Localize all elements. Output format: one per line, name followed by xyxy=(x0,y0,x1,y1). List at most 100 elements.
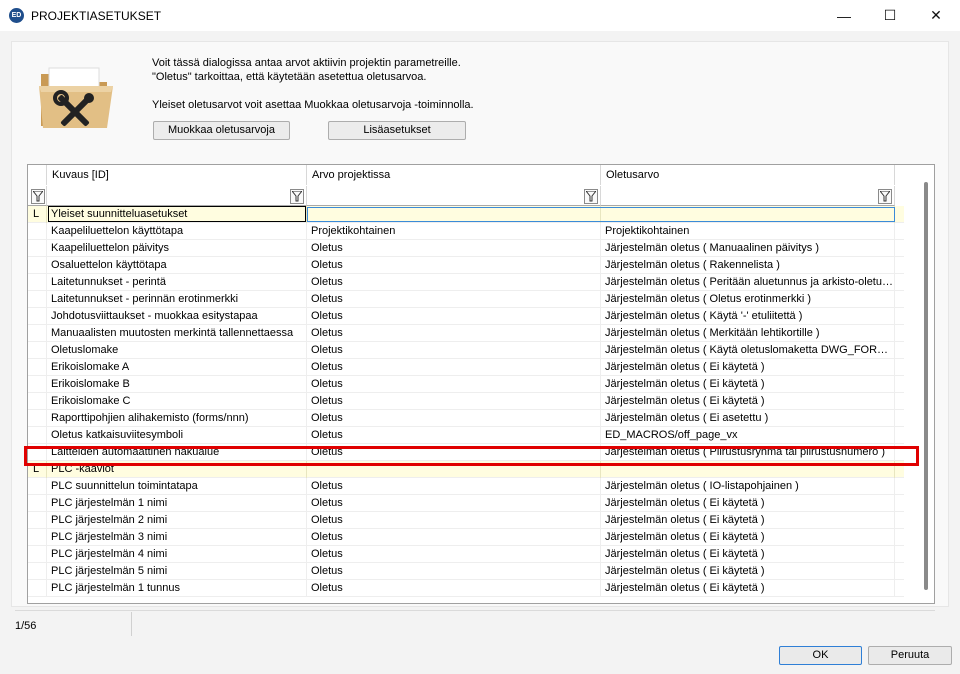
cell-c2[interactable]: Oletus xyxy=(307,410,601,427)
cell-c2[interactable]: Oletus xyxy=(307,257,601,274)
table-row[interactable]: Johdotusviittaukset - muokkaa esitystapa… xyxy=(28,308,904,325)
filter-cell-default-value[interactable] xyxy=(601,186,895,206)
close-icon[interactable]: ✕ xyxy=(913,0,959,31)
filter-cell-project-value[interactable] xyxy=(307,186,601,206)
table-row[interactable]: Osaluettelon käyttötapa Oletus Järjestelmä… xyxy=(28,257,904,274)
cell-c3[interactable]: Järjestelmän oletus ( Käytä '-' etuliite… xyxy=(601,308,895,325)
filter-icon[interactable] xyxy=(878,189,892,204)
cell-c3[interactable]: Järjestelmän oletus ( Ei asetettu ) xyxy=(601,410,895,427)
table-row[interactable]: Oletuslomake Oletus Järjestelmän oletus ( … xyxy=(28,342,904,359)
cell-c2[interactable]: Projektikohtainen xyxy=(307,223,601,240)
cell-c2[interactable]: Oletus xyxy=(307,308,601,325)
cell-c2[interactable]: Oletus xyxy=(307,274,601,291)
vertical-scrollbar[interactable] xyxy=(924,182,928,590)
cell-c2[interactable]: Oletus xyxy=(307,478,601,495)
cell-c1[interactable]: Raporttipohjien alihakemisto (forms/nnn) xyxy=(47,410,307,427)
table-row[interactable]: Erikoislomake A Oletus Järjestelmän oletus… xyxy=(28,359,904,376)
cell-c1[interactable]: Laitetunnukset - perintä xyxy=(47,274,307,291)
cell-c1[interactable]: PLC järjestelmän 4 nimi xyxy=(47,546,307,563)
settings-grid[interactable]: Kuvaus [ID] Arvo projektissa Oletusarvo … xyxy=(27,164,935,604)
table-row[interactable]: Kaapeliluettelon käyttötapa Projektikohta… xyxy=(28,223,904,240)
cell-c1[interactable]: PLC järjestelmän 3 nimi xyxy=(47,529,307,546)
column-header-project-value[interactable]: Arvo projektissa xyxy=(307,165,601,185)
cell-c3[interactable]: Järjestelmän oletus ( Peritään aluetunnu… xyxy=(601,274,895,291)
filter-icon[interactable] xyxy=(290,189,304,204)
cell-c3[interactable]: Projektikohtainen xyxy=(601,223,895,240)
cell-c2[interactable]: Oletus xyxy=(307,240,601,257)
filter-icon[interactable] xyxy=(584,189,598,204)
cell-c2[interactable]: Oletus xyxy=(307,546,601,563)
cell-c3[interactable]: Järjestelmän oletus ( Käytä oletuslomake… xyxy=(601,342,895,359)
table-row[interactable]: PLC järjestelmän 2 nimi Oletus Järjestelmä… xyxy=(28,512,904,529)
cell-c2[interactable]: Oletus xyxy=(307,427,601,444)
maximize-icon[interactable]: ☐ xyxy=(867,0,913,31)
cell-c1[interactable]: Laitetunnukset - perinnän erotinmerkki xyxy=(47,291,307,308)
cell-c2[interactable]: Oletus xyxy=(307,393,601,410)
table-row[interactable]: Oletus katkaisuviitesymboli Oletus ED_MACR… xyxy=(28,427,904,444)
table-row[interactable]: PLC järjestelmän 1 tunnus Oletus Järjestel… xyxy=(28,580,904,597)
cell-c1[interactable]: PLC suunnittelun toimintatapa xyxy=(47,478,307,495)
table-row[interactable]: Laitetunnukset - perinnän erotinmerkki Ol… xyxy=(28,291,904,308)
cell-c2[interactable]: Oletus xyxy=(307,359,601,376)
row-marker: L xyxy=(28,206,47,223)
cell-c1[interactable]: Erikoislomake C xyxy=(47,393,307,410)
cell-c1[interactable]: Kaapeliluettelon päivitys xyxy=(47,240,307,257)
cell-c3[interactable]: Järjestelmän oletus ( Ei käytetä ) xyxy=(601,359,895,376)
cell-c2[interactable]: Oletus xyxy=(307,512,601,529)
table-row[interactable]: Manuaalisten muutosten merkintä tallenne… xyxy=(28,325,904,342)
cell-c3[interactable]: Järjestelmän oletus ( Rakennelista ) xyxy=(601,257,895,274)
cell-c1[interactable]: PLC järjestelmän 1 tunnus xyxy=(47,580,307,597)
cell-c3[interactable]: Järjestelmän oletus ( Ei käytetä ) xyxy=(601,546,895,563)
filter-icon[interactable] xyxy=(31,189,45,204)
table-row[interactable]: PLC järjestelmän 4 nimi Oletus Järjestelmä… xyxy=(28,546,904,563)
cell-c2[interactable]: Oletus xyxy=(307,325,601,342)
cell-c3[interactable]: Järjestelmän oletus ( Merkitään lehtikor… xyxy=(601,325,895,342)
minimize-icon[interactable]: — xyxy=(821,0,867,31)
table-row[interactable]: Erikoislomake B Oletus Järjestelmän oletus… xyxy=(28,376,904,393)
cell-c2[interactable]: Oletus xyxy=(307,376,601,393)
cell-c3[interactable]: Järjestelmän oletus ( Manuaalinen päivit… xyxy=(601,240,895,257)
cell-c1[interactable]: Osaluettelon käyttötapa xyxy=(47,257,307,274)
cell-c1[interactable]: PLC järjestelmän 2 nimi xyxy=(47,512,307,529)
cell-c3[interactable]: Järjestelmän oletus ( Ei käytetä ) xyxy=(601,393,895,410)
cell-c3[interactable]: Järjestelmän oletus ( IO-listapohjainen … xyxy=(601,478,895,495)
cell-c3[interactable]: Järjestelmän oletus ( Oletus erotinmerkk… xyxy=(601,291,895,308)
cell-c1[interactable]: Oletuslomake xyxy=(47,342,307,359)
cell-c1[interactable]: Manuaalisten muutosten merkintä tallenne… xyxy=(47,325,307,342)
cell-c3[interactable]: Järjestelmän oletus ( Ei käytetä ) xyxy=(601,580,895,597)
cell-c2[interactable]: Oletus xyxy=(307,563,601,580)
cell-c2[interactable]: Oletus xyxy=(307,529,601,546)
cell-c1[interactable]: PLC järjestelmän 5 nimi xyxy=(47,563,307,580)
cell-c2[interactable]: Oletus xyxy=(307,495,601,512)
filter-cell-description[interactable] xyxy=(47,186,307,206)
table-row[interactable]: Raporttipohjien alihakemisto (forms/nnn)… xyxy=(28,410,904,427)
cell-c3[interactable]: Järjestelmän oletus ( Ei käytetä ) xyxy=(601,512,895,529)
table-row[interactable]: Laitetunnukset - perintä Oletus Järjestelm… xyxy=(28,274,904,291)
cell-c2[interactable]: Oletus xyxy=(307,291,601,308)
cell-c3[interactable]: Järjestelmän oletus ( Ei käytetä ) xyxy=(601,495,895,512)
column-header-default-value[interactable]: Oletusarvo xyxy=(601,165,895,185)
extra-settings-button[interactable]: Lisäasetukset xyxy=(328,121,466,140)
column-header-description[interactable]: Kuvaus [ID] xyxy=(47,165,307,185)
cell-c1[interactable]: Erikoislomake B xyxy=(47,376,307,393)
cell-c1[interactable]: Erikoislomake A xyxy=(47,359,307,376)
cancel-button[interactable]: Peruuta xyxy=(868,646,952,665)
cell-c3[interactable]: Järjestelmän oletus ( Ei käytetä ) xyxy=(601,563,895,580)
table-row[interactable]: PLC järjestelmän 5 nimi Oletus Järjestelmä… xyxy=(28,563,904,580)
cell-c3[interactable]: Järjestelmän oletus ( Ei käytetä ) xyxy=(601,376,895,393)
cell-c1[interactable]: Johdotusviittaukset - muokkaa esitystapa… xyxy=(47,308,307,325)
table-row[interactable]: Erikoislomake C Oletus Järjestelmän oletus… xyxy=(28,393,904,410)
table-row[interactable]: PLC suunnittelun toimintatapa Oletus Järje… xyxy=(28,478,904,495)
ok-button[interactable]: OK xyxy=(779,646,862,665)
cell-c1[interactable]: Oletus katkaisuviitesymboli xyxy=(47,427,307,444)
cell-c2[interactable]: Oletus xyxy=(307,580,601,597)
table-row[interactable]: Kaapeliluettelon päivitys Oletus Järjestel… xyxy=(28,240,904,257)
edit-defaults-button[interactable]: Muokkaa oletusarvoja xyxy=(153,121,290,140)
cell-c3[interactable]: Järjestelmän oletus ( Ei käytetä ) xyxy=(601,529,895,546)
table-row[interactable]: PLC järjestelmän 3 nimi Oletus Järjestelmä… xyxy=(28,529,904,546)
cell-c3[interactable]: ED_MACROS/off_page_vx xyxy=(601,427,895,444)
cell-c1[interactable]: PLC järjestelmän 1 nimi xyxy=(47,495,307,512)
cell-c2[interactable]: Oletus xyxy=(307,342,601,359)
cell-c1[interactable]: Kaapeliluettelon käyttötapa xyxy=(47,223,307,240)
table-row[interactable]: PLC järjestelmän 1 nimi Oletus Järjestelmä… xyxy=(28,495,904,512)
